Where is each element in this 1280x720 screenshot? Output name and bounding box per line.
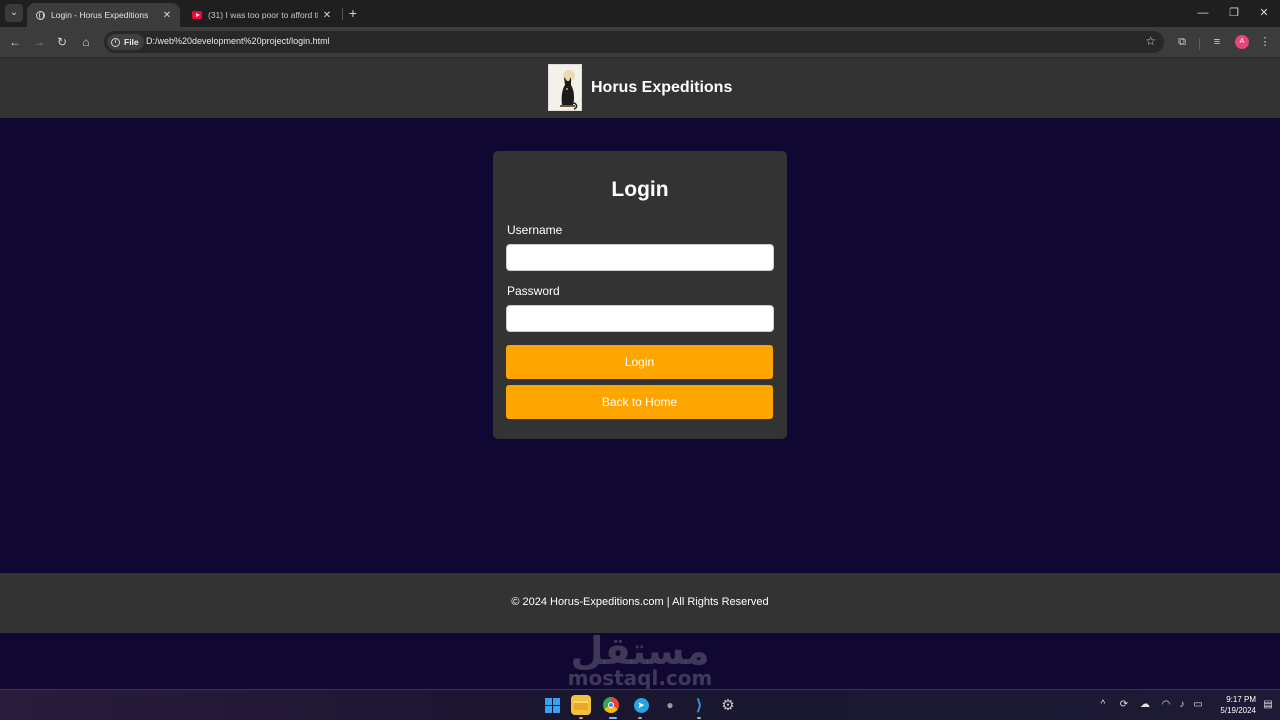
- info-icon: i: [111, 37, 120, 47]
- tab-title: Login - Horus Expeditions: [51, 10, 149, 20]
- tab-login[interactable]: Login - Horus Expeditions ✕: [27, 3, 180, 27]
- running-indicator: [579, 717, 583, 719]
- brand[interactable]: Horus Expeditions: [548, 64, 732, 111]
- active-indicator: [609, 717, 617, 719]
- volume-icon[interactable]: ♪: [1175, 697, 1189, 713]
- reload-icon[interactable]: ↻: [53, 33, 71, 51]
- close-window-icon[interactable]: ✕: [1256, 4, 1272, 22]
- clock-date: 5/19/2024: [1220, 706, 1256, 715]
- sync-icon[interactable]: ⟳: [1117, 697, 1131, 713]
- battery-icon[interactable]: ▭: [1191, 697, 1205, 713]
- watermark-arabic: مستقل: [570, 629, 710, 673]
- tab-search-icon[interactable]: ⌄: [5, 4, 23, 22]
- url-text[interactable]: D:/web%20development%20project/login.htm…: [146, 36, 330, 46]
- onedrive-icon[interactable]: ☁: [1138, 697, 1152, 713]
- watermark: مستقل mostaql.com: [540, 628, 740, 688]
- bookmark-star-icon[interactable]: ☆: [1145, 34, 1156, 48]
- media-controls-icon[interactable]: ≡: [1208, 33, 1226, 51]
- username-label: Username: [507, 223, 563, 237]
- browser-toolbar: ← → ↻ ⌂ i File D:/web%20development%20pr…: [0, 27, 1280, 57]
- vscode-icon[interactable]: ⟩: [689, 695, 709, 715]
- home-icon[interactable]: ⌂: [77, 33, 95, 51]
- forward-icon[interactable]: →: [30, 33, 48, 51]
- new-tab-icon[interactable]: +: [346, 5, 360, 21]
- chrome-icon[interactable]: [601, 695, 621, 715]
- back-to-home-button[interactable]: Back to Home: [506, 385, 773, 419]
- close-tab-icon[interactable]: ✕: [162, 10, 172, 21]
- system-clock[interactable]: 9:17 PM 5/19/2024: [1208, 694, 1256, 716]
- clock-time: 9:17 PM: [1226, 695, 1256, 704]
- close-tab-icon[interactable]: ✕: [322, 10, 332, 21]
- watermark-latin: mostaql.com: [567, 666, 713, 690]
- tab-title: (31) I was too poor to afford th: [208, 10, 318, 20]
- running-indicator: [697, 717, 701, 719]
- start-windows-icon[interactable]: [542, 695, 562, 715]
- globe-icon: [35, 10, 45, 20]
- tab-divider: [342, 8, 343, 20]
- youtube-icon: [192, 10, 202, 20]
- menu-icon[interactable]: ⋮: [1256, 33, 1274, 51]
- address-bar[interactable]: i File D:/web%20development%20project/lo…: [104, 31, 1164, 53]
- restore-icon[interactable]: ❐: [1226, 4, 1242, 22]
- app-icon[interactable]: ●: [660, 695, 680, 715]
- scheme-label: File: [124, 37, 139, 47]
- taskbar: ➤ ● ⟩ ⚙ ^ ⟳ ☁ ◠ ♪ ▭ 9:17 PM 5/19/2024 ▤: [0, 689, 1280, 720]
- site-header: Horus Expeditions: [0, 58, 1280, 118]
- running-indicator: [638, 717, 642, 719]
- chevron-up-icon[interactable]: ^: [1096, 697, 1110, 713]
- file-explorer-icon[interactable]: [571, 695, 591, 715]
- toolbar-divider: [1199, 38, 1200, 50]
- tab-youtube[interactable]: (31) I was too poor to afford th ✕: [184, 3, 340, 27]
- login-button[interactable]: Login: [506, 345, 773, 379]
- login-form: Login Username Password Login Back to Ho…: [493, 151, 787, 439]
- site-info-chip[interactable]: i File: [107, 34, 144, 50]
- logo-image: [548, 64, 582, 111]
- tab-strip: ⌄ Login - Horus Expeditions ✕ (31) I was…: [0, 0, 1280, 27]
- username-field[interactable]: [506, 244, 774, 271]
- settings-gear-icon[interactable]: ⚙: [718, 695, 738, 715]
- password-label: Password: [507, 284, 560, 298]
- extensions-icon[interactable]: ⧉: [1173, 33, 1191, 51]
- minimize-icon[interactable]: —: [1195, 4, 1211, 22]
- telegram-icon[interactable]: ➤: [631, 695, 651, 715]
- login-title: Login: [611, 178, 669, 201]
- copyright-text: © 2024 Horus-Expeditions.com | All Right…: [511, 596, 769, 608]
- notification-icon[interactable]: ▤: [1261, 697, 1275, 713]
- site-footer: © 2024 Horus-Expeditions.com | All Right…: [0, 573, 1280, 633]
- password-field[interactable]: [506, 305, 774, 332]
- back-icon[interactable]: ←: [6, 33, 24, 51]
- wifi-icon[interactable]: ◠: [1159, 697, 1173, 713]
- profile-avatar[interactable]: A: [1235, 35, 1249, 49]
- brand-name: Horus Expeditions: [591, 78, 733, 96]
